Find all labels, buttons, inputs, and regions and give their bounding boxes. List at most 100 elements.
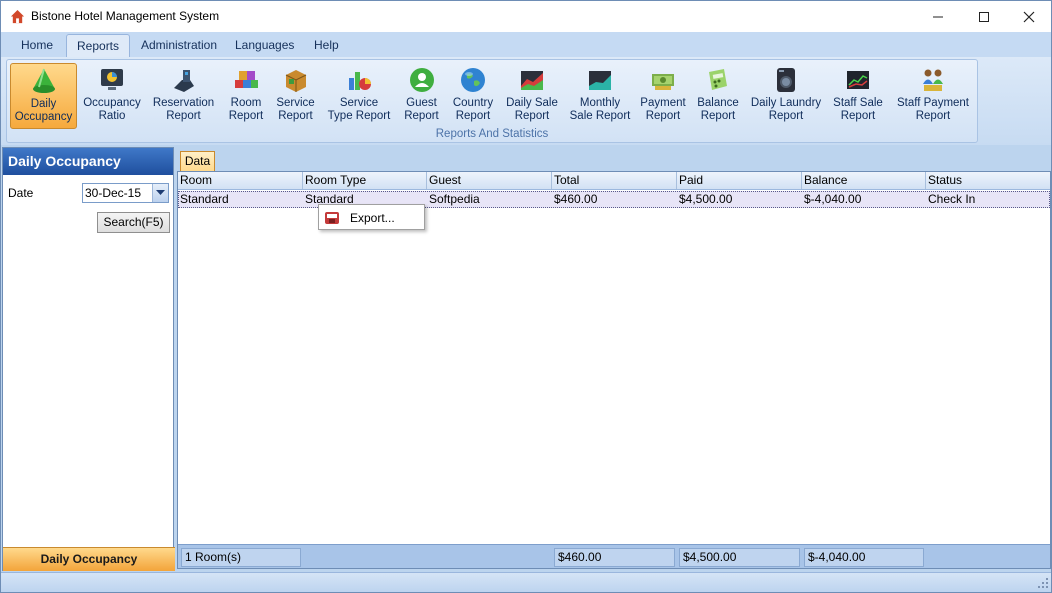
export-label: Export... bbox=[350, 211, 395, 225]
user-green-icon bbox=[409, 68, 434, 92]
tab-languages[interactable]: Languages bbox=[225, 34, 304, 57]
status-bar bbox=[1, 572, 1051, 592]
daily-occupancy-button[interactable]: Daily Occupancy bbox=[10, 63, 77, 129]
tab-reports[interactable]: Reports bbox=[66, 34, 131, 57]
menu-tabs: Home Reports Administration Languages He… bbox=[1, 32, 1051, 57]
date-label: Date bbox=[8, 186, 34, 200]
data-grid[interactable]: Room Room Type Guest Total Paid Balance … bbox=[177, 171, 1051, 569]
cell-balance: $-4,040.00 bbox=[804, 192, 862, 206]
ribbon-label: Type Report bbox=[327, 110, 391, 122]
country-report-button[interactable]: Country Report bbox=[448, 63, 498, 129]
ribbon-label: Daily Laundry bbox=[750, 97, 822, 109]
ribbon-label: Service bbox=[339, 97, 379, 109]
ribbon-label: Occupancy bbox=[83, 97, 141, 109]
staff-payment-report-button[interactable]: Staff Payment Report bbox=[892, 63, 974, 129]
ribbon-label: Report bbox=[278, 110, 313, 122]
daily-laundry-report-button[interactable]: Daily Laundry Report bbox=[748, 63, 824, 129]
ribbon-label: Report bbox=[768, 110, 804, 122]
payment-report-button[interactable]: Payment Report bbox=[638, 63, 688, 129]
chevron-down-icon bbox=[156, 190, 165, 195]
area-chart-icon bbox=[521, 71, 543, 90]
washer-icon bbox=[777, 68, 795, 92]
date-picker[interactable]: 30-Dec-15 bbox=[82, 183, 169, 203]
maximize-button[interactable] bbox=[961, 1, 1007, 32]
calculator-icon bbox=[709, 69, 727, 90]
service-report-button[interactable]: Service Report bbox=[272, 63, 319, 129]
service-type-report-button[interactable]: Service Type Report bbox=[323, 63, 395, 129]
ribbon-group-label: Reports And Statistics bbox=[435, 128, 549, 140]
ribbon-label: Daily bbox=[30, 98, 57, 110]
occupancy-ratio-button[interactable]: Occupancy Ratio bbox=[81, 63, 143, 129]
bars-pie-icon bbox=[349, 72, 371, 90]
ribbon-label: Report bbox=[228, 110, 264, 122]
tab-help[interactable]: Help bbox=[304, 34, 349, 57]
column-header-room-type[interactable]: Room Type bbox=[303, 172, 427, 189]
room-report-button[interactable]: Room Report bbox=[224, 63, 268, 129]
ribbon-label: Report bbox=[404, 110, 439, 122]
tab-home[interactable]: Home bbox=[11, 34, 63, 57]
ribbon-label: Country bbox=[452, 97, 494, 109]
monthly-sale-report-button[interactable]: Monthly Sale Report bbox=[566, 63, 634, 129]
ribbon-label: Report bbox=[514, 110, 550, 122]
maximize-icon bbox=[979, 11, 989, 22]
ribbon-label: Daily Sale bbox=[506, 97, 558, 109]
stock-chart-icon bbox=[847, 71, 869, 89]
context-menu: Export... bbox=[318, 204, 425, 230]
column-header-room[interactable]: Room bbox=[178, 172, 303, 189]
app-window: Bistone Hotel Management System Home Rep… bbox=[0, 0, 1052, 593]
title-bar: Bistone Hotel Management System bbox=[1, 1, 1051, 32]
ribbon-group-reports: Daily Occupancy Occupancy Ratio Reservat… bbox=[6, 59, 978, 143]
cell-status: Check In bbox=[928, 192, 976, 206]
grid-header: Room Room Type Guest Total Paid Balance … bbox=[178, 172, 1050, 190]
panel-nav-daily-occupancy[interactable]: Daily Occupancy bbox=[3, 547, 175, 571]
reservation-report-button[interactable]: Reservation Report bbox=[147, 63, 220, 129]
money-icon bbox=[652, 74, 674, 90]
box-icon bbox=[285, 70, 306, 92]
area-chart-teal-icon bbox=[589, 71, 611, 90]
minimize-icon bbox=[933, 16, 943, 17]
column-header-total[interactable]: Total bbox=[552, 172, 677, 189]
globe-icon bbox=[461, 68, 485, 92]
staff-sale-report-button[interactable]: Staff Sale Report bbox=[828, 63, 888, 129]
ribbon-label: Staff Payment bbox=[896, 97, 970, 109]
column-header-paid[interactable]: Paid bbox=[677, 172, 802, 189]
close-button[interactable] bbox=[1006, 1, 1051, 32]
window-title: Bistone Hotel Management System bbox=[31, 9, 220, 23]
export-icon bbox=[325, 212, 339, 224]
summary-room-count: 1 Room(s) bbox=[181, 548, 301, 567]
grid-summary-footer: 1 Room(s) $460.00 $4,500.00 $-4,040.00 bbox=[178, 544, 1050, 568]
guest-report-button[interactable]: Guest Report bbox=[399, 63, 444, 129]
column-header-status[interactable]: Status bbox=[926, 172, 1050, 189]
table-row[interactable]: Standard Standard Softpedia $460.00 $4,5… bbox=[178, 191, 1050, 208]
monitor-pie-icon bbox=[101, 69, 123, 90]
ribbon-label: Report bbox=[700, 110, 736, 122]
close-icon bbox=[1023, 11, 1035, 22]
ribbon-label: Service bbox=[276, 97, 315, 109]
summary-balance: $-4,040.00 bbox=[804, 548, 924, 567]
ribbon-label: Balance bbox=[697, 97, 739, 109]
cone-icon bbox=[32, 68, 55, 93]
panel-title: Daily Occupancy bbox=[3, 148, 173, 175]
dropdown-button[interactable] bbox=[152, 184, 168, 202]
column-header-guest[interactable]: Guest bbox=[427, 172, 552, 189]
search-button[interactable]: Search(F5) bbox=[97, 212, 170, 233]
balance-report-button[interactable]: Balance Report bbox=[692, 63, 744, 129]
ribbon-label: Ratio bbox=[98, 110, 126, 122]
ribbon-label: Occupancy bbox=[14, 111, 73, 123]
tab-administration[interactable]: Administration bbox=[131, 34, 227, 57]
summary-total: $460.00 bbox=[554, 548, 675, 567]
tab-data[interactable]: Data bbox=[180, 151, 215, 171]
column-header-balance[interactable]: Balance bbox=[802, 172, 926, 189]
ribbon-label: Monthly bbox=[579, 97, 621, 109]
blocks-icon bbox=[173, 70, 194, 92]
ribbon-label: Room bbox=[230, 97, 262, 109]
date-value: 30-Dec-15 bbox=[85, 186, 142, 200]
cell-room: Standard bbox=[180, 192, 229, 206]
daily-sale-report-button[interactable]: Daily Sale Report bbox=[502, 63, 562, 129]
minimize-button[interactable] bbox=[915, 1, 961, 32]
ribbon-label: Report bbox=[166, 110, 201, 122]
ribbon-label: Report bbox=[840, 110, 876, 122]
context-menu-item-export[interactable]: Export... bbox=[319, 205, 424, 229]
ribbon-label: Sale Report bbox=[569, 110, 631, 122]
resize-grip-icon[interactable] bbox=[1035, 575, 1049, 591]
